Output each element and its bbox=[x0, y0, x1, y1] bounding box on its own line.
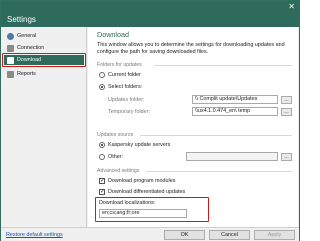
download-modules-checkbox[interactable] bbox=[99, 177, 105, 184]
temporary-folder-label: Temporary folder: bbox=[108, 109, 150, 115]
section-divider bbox=[154, 65, 292, 66]
other-source-label: Other: bbox=[108, 154, 123, 160]
cancel-button[interactable]: Cancel bbox=[209, 230, 250, 240]
reports-icon bbox=[7, 70, 14, 78]
other-source-input[interactable] bbox=[186, 152, 278, 161]
settings-window: ✕ Settings General Connection Download R… bbox=[0, 0, 300, 241]
folders-section-title: Folders for updates bbox=[97, 62, 142, 68]
kaspersky-servers-label: Kaspersky update servers bbox=[108, 142, 171, 148]
download-modules-label: Download program modules bbox=[108, 178, 176, 184]
updates-folder-input[interactable]: \\ Complit update\Updates bbox=[192, 95, 278, 104]
sidebar-item-label: Connection bbox=[17, 45, 45, 51]
sidebar-item-connection[interactable]: Connection bbox=[4, 43, 84, 53]
sidebar-item-reports[interactable]: Reports bbox=[4, 69, 84, 79]
select-folders-radio[interactable] bbox=[99, 84, 105, 90]
localizations-label: Download localizations: bbox=[99, 200, 156, 206]
sidebar-item-label: Reports bbox=[17, 71, 36, 77]
kaspersky-servers-radio[interactable] bbox=[99, 142, 105, 148]
browse-other-button[interactable]: ... bbox=[281, 153, 292, 161]
temporary-folder-input[interactable]: \\ux4.1.0.474_en\ temp bbox=[192, 107, 278, 116]
sidebar-item-general[interactable]: General bbox=[4, 31, 84, 41]
footer-bar: Restore default settings OK Cancel Apply bbox=[1, 227, 299, 241]
updates-source-section-title: Updates source bbox=[97, 132, 134, 138]
sidebar: General Connection Download Reports bbox=[1, 27, 87, 227]
page-title: Download bbox=[97, 30, 129, 39]
current-folder-label: Current folder bbox=[108, 72, 141, 78]
highlight-download-box bbox=[2, 53, 86, 67]
section-divider bbox=[146, 171, 292, 172]
select-folders-label: Select folders: bbox=[108, 84, 143, 90]
download-diff-label: Download differentiated updates bbox=[108, 189, 186, 195]
window-title: Settings bbox=[7, 15, 36, 24]
updates-folder-label: Updates folder: bbox=[108, 97, 145, 103]
close-icon[interactable]: ✕ bbox=[288, 2, 295, 12]
current-folder-radio[interactable] bbox=[99, 72, 105, 78]
section-divider bbox=[140, 135, 292, 136]
sidebar-item-label: General bbox=[17, 33, 37, 39]
page-description: This window allows you to determine the … bbox=[97, 42, 285, 55]
browse-updates-button[interactable]: ... bbox=[281, 96, 292, 104]
download-diff-checkbox[interactable] bbox=[99, 188, 105, 195]
download-settings-panel: Download This window allows you to deter… bbox=[88, 27, 298, 227]
apply-button[interactable]: Apply bbox=[254, 230, 295, 240]
other-source-radio[interactable] bbox=[99, 154, 105, 160]
restore-defaults-link[interactable]: Restore default settings bbox=[6, 232, 63, 238]
advanced-section-title: Advanced settings bbox=[97, 168, 140, 174]
title-bar: ✕ bbox=[1, 1, 299, 13]
localizations-input[interactable]: en;cs;ang;fr;ore bbox=[99, 209, 187, 218]
ok-button[interactable]: OK bbox=[164, 230, 205, 240]
window-header: Settings bbox=[1, 13, 299, 27]
gear-icon bbox=[7, 32, 14, 40]
connection-icon bbox=[7, 44, 14, 52]
browse-temporary-button[interactable]: ... bbox=[281, 108, 292, 116]
